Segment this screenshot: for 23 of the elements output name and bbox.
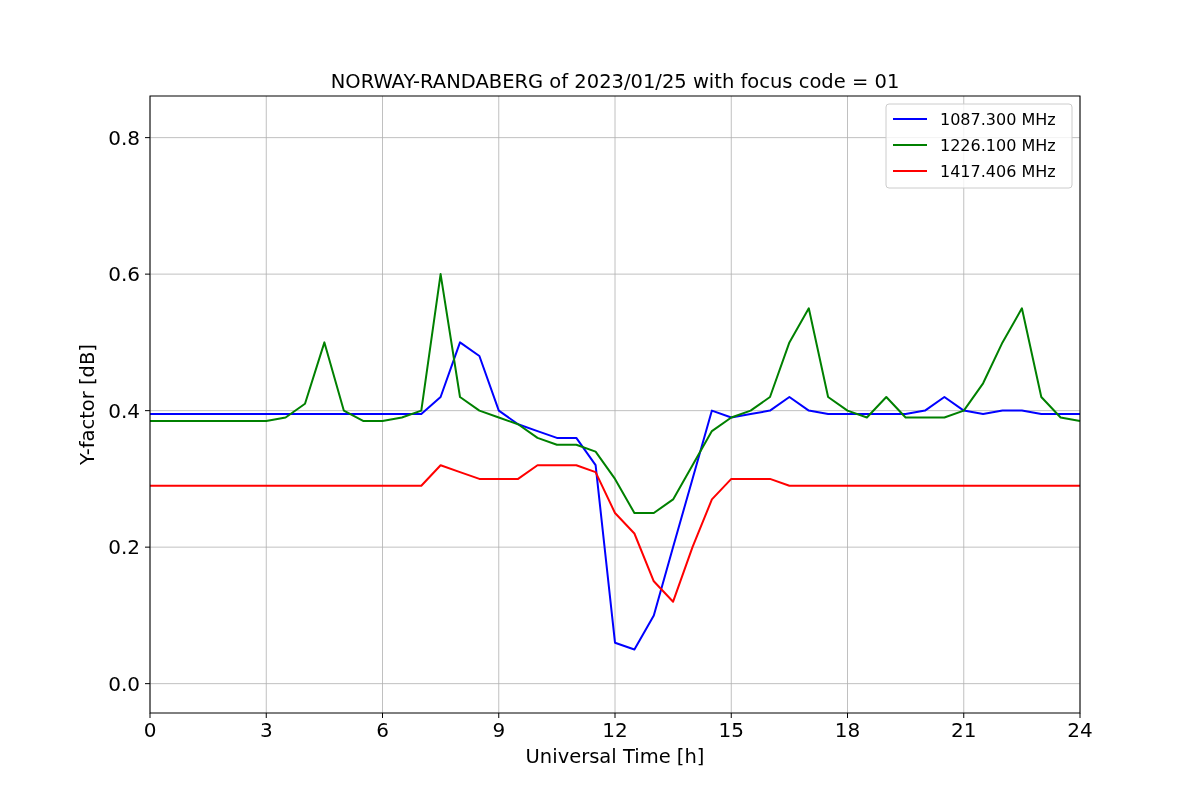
- tick-label: 18: [834, 718, 861, 742]
- line-series: [149, 273, 1081, 514]
- tick-label: 9: [492, 718, 506, 742]
- tick-label: 0.6: [108, 262, 140, 287]
- tick-label: 21: [951, 718, 977, 742]
- tick-label: 0.4: [108, 398, 140, 423]
- tick-label: 12: [602, 718, 628, 742]
- tick-label: 6: [376, 718, 389, 742]
- tick-label: 3: [259, 718, 273, 742]
- legend-label: 1417.406 MHz: [940, 162, 1056, 181]
- legend-label: 1226.100 MHz: [940, 136, 1056, 155]
- tick-label: 0: [143, 718, 157, 742]
- x-axis-label: Universal Time [h]: [525, 745, 705, 768]
- chart-title: NORWAY-RANDABERG of 2023/01/25 with focus code = 01: [330, 70, 900, 93]
- tick-label: 15: [718, 718, 744, 742]
- tick-label: 0.2: [108, 535, 140, 560]
- tick-label: 0.0: [108, 671, 140, 696]
- line-series: [149, 464, 1081, 603]
- tick-label: 24: [1067, 718, 1093, 742]
- legend-label: 1087.300 MHz: [940, 110, 1056, 129]
- y-axis-label: Y-factor [dB]: [76, 344, 99, 465]
- tick-label: 0.8: [108, 125, 140, 150]
- line-series: [149, 341, 1081, 651]
